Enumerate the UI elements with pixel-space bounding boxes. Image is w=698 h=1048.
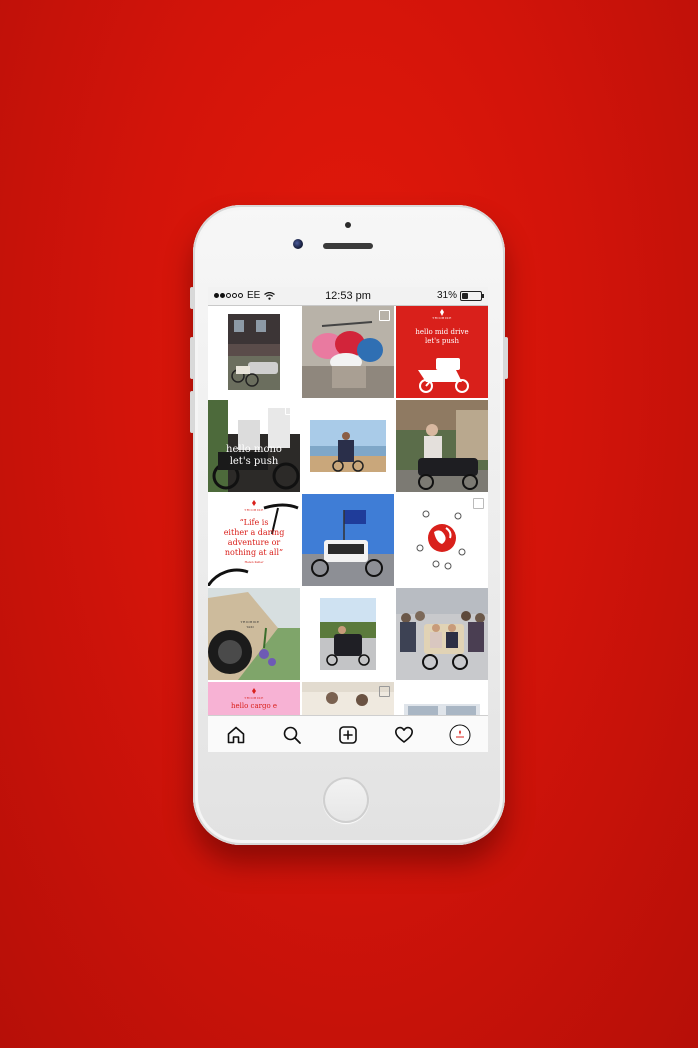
battery-level — [462, 292, 468, 299]
post-tile[interactable] — [396, 588, 488, 680]
quote-line: either a daring — [223, 528, 285, 537]
multi-photo-icon — [379, 686, 390, 697]
post-tile[interactable]: TRIOBIKE hello mid drive let's push — [396, 306, 488, 398]
post-tile[interactable] — [302, 588, 394, 680]
post-tile[interactable]: TRIOBIKE TAXI — [208, 588, 300, 680]
post-image — [302, 400, 394, 492]
quote-line: nothing at all” — [224, 548, 284, 557]
post-tile[interactable] — [396, 494, 488, 586]
brand-label: TRIOBIKE — [432, 316, 452, 320]
quote-line: adventure or — [227, 538, 281, 547]
multi-photo-icon — [285, 404, 296, 415]
quote-author: Helen Keller — [244, 560, 264, 564]
tab-new-post[interactable] — [334, 721, 362, 749]
post-image — [396, 400, 488, 492]
front-camera — [293, 239, 303, 249]
power-button — [504, 337, 508, 379]
post-tile[interactable] — [302, 306, 394, 398]
post-caption-line: hello mono — [226, 444, 282, 455]
post-tile[interactable] — [396, 400, 488, 492]
home-button[interactable] — [323, 777, 369, 823]
post-tile[interactable] — [302, 494, 394, 586]
proximity-sensor — [345, 222, 351, 228]
home-icon — [227, 726, 245, 743]
post-tile[interactable]: hello mono let's push — [208, 400, 300, 492]
quote-line: “Life is — [239, 518, 269, 527]
volume-up-button — [190, 337, 194, 379]
tab-search[interactable] — [278, 721, 306, 749]
tab-profile[interactable] — [446, 721, 474, 749]
post-caption-line: let's push — [424, 337, 460, 345]
brand-sub-label: TAXI — [246, 625, 254, 629]
battery-icon — [460, 290, 484, 301]
post-caption-line: let's push — [229, 456, 279, 467]
add-post-icon — [339, 725, 357, 744]
phone-mockup: EE 12:53 pm 31% TRIOBIKE hello mid drive… — [190, 205, 508, 845]
post-caption-line: hello mid drive — [415, 328, 469, 336]
search-icon — [283, 726, 301, 744]
multi-photo-icon — [473, 498, 484, 509]
phone-screen: EE 12:53 pm 31% TRIOBIKE hello mid drive… — [208, 287, 488, 752]
post-image — [396, 588, 488, 680]
battery-percent: 31% — [436, 290, 457, 301]
volume-down-button — [190, 391, 194, 433]
multi-photo-icon — [379, 310, 390, 321]
profile-avatar-icon — [449, 724, 471, 745]
bottom-tab-bar — [208, 715, 488, 752]
post-tile[interactable]: TRIOBIKE “Life is either a daring advent… — [208, 494, 300, 586]
post-image — [208, 306, 300, 398]
post-image — [302, 588, 394, 680]
post-grid: TRIOBIKE hello mid drive let's push hell — [208, 306, 488, 752]
post-tile[interactable] — [302, 400, 394, 492]
status-bar: EE 12:53 pm 31% — [208, 287, 488, 306]
brand-label: TRIOBIKE — [244, 508, 264, 512]
tab-activity[interactable] — [390, 721, 418, 749]
tab-home[interactable] — [222, 721, 250, 749]
post-tile[interactable] — [208, 306, 300, 398]
post-caption-line: hello cargo e — [230, 702, 278, 710]
brand-label: TRIOBIKE — [244, 696, 264, 700]
mute-switch — [190, 287, 194, 309]
post-image — [302, 494, 394, 586]
brand-label: TRIOBIKE — [240, 620, 260, 624]
heart-icon — [395, 726, 413, 743]
post-image — [208, 588, 300, 680]
earpiece-speaker — [323, 243, 373, 249]
